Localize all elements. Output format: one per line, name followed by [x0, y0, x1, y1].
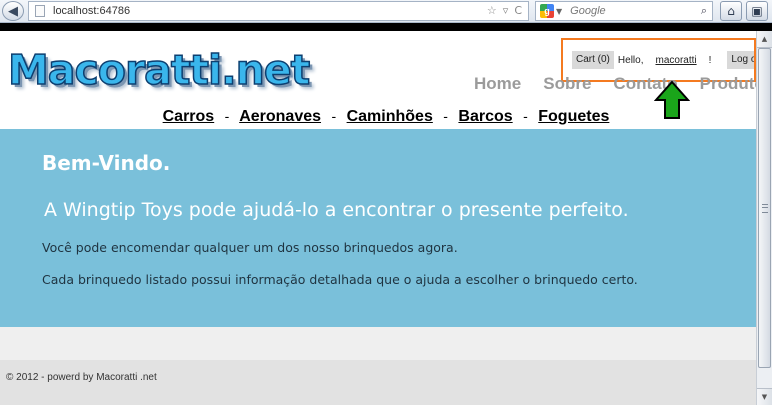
- main-menu: Home Sobre Contato Produtos: [474, 74, 772, 98]
- home-icon: ⌂: [727, 4, 735, 18]
- url-text: localhost:64786: [53, 5, 131, 17]
- search-engine-dropdown-icon[interactable]: ▼: [556, 7, 562, 16]
- site-logo[interactable]: Macoratti.net: [7, 45, 311, 95]
- footer-copyright: © 2012 - powerd by Macoratti .net: [6, 372, 157, 383]
- category-separator: -: [331, 108, 337, 124]
- page-top-strip: [0, 23, 772, 31]
- category-link-aeronaves[interactable]: Aeronaves: [239, 108, 321, 125]
- info-text-1: Você pode encomendar qualquer um dos nos…: [42, 240, 458, 255]
- menu-item-home[interactable]: Home: [474, 74, 521, 98]
- history-dropdown-icon[interactable]: ▿: [503, 4, 509, 17]
- search-box[interactable]: g ▼ Google ⌕: [535, 1, 713, 21]
- footer: © 2012 - powerd by Macoratti .net: [0, 360, 756, 405]
- scroll-thumb[interactable]: [758, 48, 771, 368]
- page-icon: [35, 5, 45, 17]
- page-title: Bem-Vindo.: [42, 151, 171, 175]
- extension-icon: ▣: [751, 4, 763, 18]
- category-link-barcos[interactable]: Barcos: [458, 108, 512, 125]
- category-separator: -: [224, 108, 230, 124]
- category-link-caminhoes[interactable]: Caminhões: [347, 108, 433, 125]
- menu-item-sobre[interactable]: Sobre: [543, 74, 591, 98]
- address-bar-tools: ☆ ▿ C: [487, 4, 522, 17]
- scroll-up-icon[interactable]: ▲: [757, 31, 772, 48]
- address-bar[interactable]: localhost:64786 ☆ ▿ C: [28, 1, 529, 21]
- vertical-scrollbar[interactable]: ▲ ▼: [756, 31, 772, 405]
- back-arrow-icon: ◀: [8, 3, 18, 19]
- info-text-2: Cada brinquedo listado possui informação…: [42, 272, 638, 287]
- google-icon[interactable]: g: [540, 4, 554, 18]
- scroll-down-icon[interactable]: ▼: [757, 388, 772, 405]
- back-button[interactable]: ◀: [2, 1, 24, 21]
- extension-button[interactable]: ▣: [746, 1, 768, 21]
- browser-toolbar: ◀ localhost:64786 ☆ ▿ C g ▼ Google ⌕ ⌂ ▣: [0, 0, 772, 23]
- home-button[interactable]: ⌂: [720, 1, 742, 21]
- refresh-icon[interactable]: C: [514, 4, 522, 17]
- category-link-foguetes[interactable]: Foguetes: [538, 108, 609, 125]
- search-input[interactable]: Google: [570, 5, 605, 17]
- bookmark-star-icon[interactable]: ☆: [487, 4, 497, 17]
- body-content: [0, 327, 756, 360]
- search-icon[interactable]: ⌕: [701, 4, 707, 18]
- featured-section: Bem-Vindo. A Wingtip Toys pode ajudá-lo …: [0, 129, 756, 327]
- tagline: A Wingtip Toys pode ajudá-lo a encontrar…: [44, 199, 629, 221]
- category-link-carros[interactable]: Carros: [163, 108, 215, 125]
- category-separator: -: [523, 108, 528, 124]
- category-separator: -: [443, 108, 448, 124]
- scroll-grip-icon: [762, 204, 768, 213]
- category-nav: Carros - Aeronaves - Caminhões - Barcos …: [0, 108, 772, 126]
